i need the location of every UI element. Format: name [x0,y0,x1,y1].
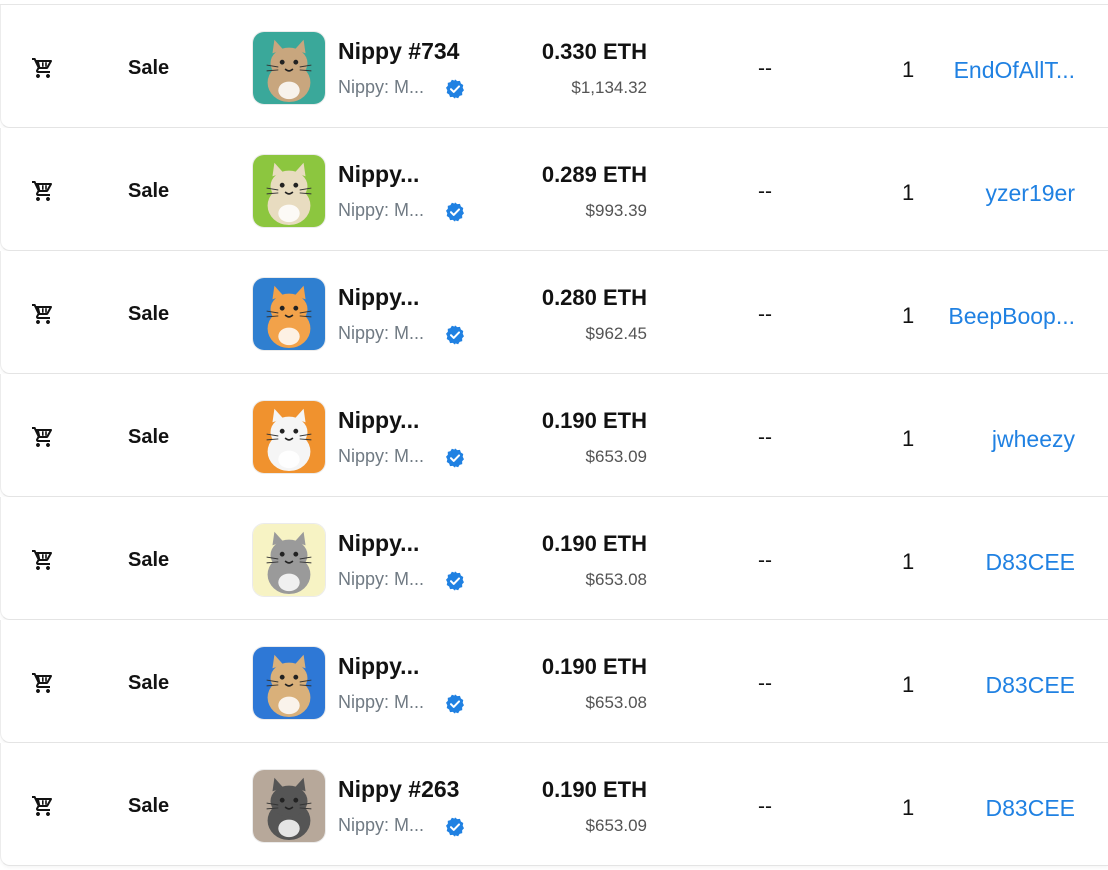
verified-badge-icon [444,201,466,223]
from-address: -- [758,180,772,203]
verified-badge-icon [444,447,466,469]
from-address: -- [758,795,772,818]
item-name-link[interactable]: Nippy... [338,161,478,188]
activity-row[interactable]: Sale Nippy... Nippy: M... 0.190 ETH $653… [0,374,1108,497]
to-address-link[interactable]: jwheezy [925,426,1075,453]
event-type: Sale [128,795,170,817]
item-name-link[interactable]: Nippy... [338,407,478,434]
collection-name-link[interactable]: Nippy: M... [338,200,434,221]
event-type: Sale [128,426,170,448]
item-name-link[interactable]: Nippy #734 [338,38,478,65]
price-eth: 0.190 ETH [541,408,647,433]
price-usd: $653.08 [585,693,647,712]
nft-thumbnail[interactable] [252,769,326,843]
collection-name-link[interactable]: Nippy: M... [338,323,434,344]
collection-name-link[interactable]: Nippy: M... [338,446,434,467]
verified-badge-icon [444,816,466,838]
from-address: -- [758,426,772,449]
event-type: Sale [128,303,170,325]
item-name-link[interactable]: Nippy #263 [338,776,478,803]
activity-row[interactable]: Sale Nippy... Nippy: M... 0.190 ETH $653… [0,620,1108,743]
price-eth: 0.330 ETH [541,39,647,64]
activity-table: Sale Nippy #734 Nippy: M... 0.330 ETH $1… [0,0,1108,870]
shopping-cart-icon [31,179,55,203]
to-address-link[interactable]: D83CEE [925,672,1075,699]
verified-badge-icon [444,78,466,100]
nft-thumbnail[interactable] [252,400,326,474]
item-name-link[interactable]: Nippy... [338,530,478,557]
shopping-cart-icon [31,548,55,572]
shopping-cart-icon [31,425,55,449]
to-address-link[interactable]: yzer19er [925,180,1075,207]
verified-badge-icon [444,324,466,346]
shopping-cart-icon [31,671,55,695]
from-address: -- [758,549,772,572]
from-address: -- [758,57,772,80]
price-usd: $653.09 [585,447,647,466]
nft-thumbnail[interactable] [252,277,326,351]
collection-name-link[interactable]: Nippy: M... [338,77,434,98]
quantity: 1 [902,303,915,328]
activity-row[interactable]: Sale Nippy #263 Nippy: M... 0.190 ETH $6… [0,743,1108,866]
price-eth: 0.190 ETH [541,531,647,556]
shopping-cart-icon [31,302,55,326]
price-usd: $993.39 [585,201,647,220]
item-name-link[interactable]: Nippy... [338,653,478,680]
collection-name-link[interactable]: Nippy: M... [338,815,434,836]
shopping-cart-icon [31,56,55,80]
from-address: -- [758,303,772,326]
price-eth: 0.190 ETH [541,777,647,802]
nft-thumbnail[interactable] [252,31,326,105]
to-address-link[interactable]: EndOfAllT... [925,57,1075,84]
to-address-link[interactable]: D83CEE [925,549,1075,576]
activity-row[interactable]: Sale Nippy... Nippy: M... 0.190 ETH $653… [0,497,1108,620]
quantity: 1 [902,426,915,451]
quantity: 1 [902,795,915,820]
collection-name-link[interactable]: Nippy: M... [338,569,434,590]
activity-row[interactable]: Sale Nippy... Nippy: M... 0.289 ETH $993… [0,128,1108,251]
price-eth: 0.190 ETH [541,654,647,679]
to-address-link[interactable]: BeepBoop... [925,303,1075,330]
activity-row[interactable]: Sale Nippy... Nippy: M... 0.280 ETH $962… [0,251,1108,374]
nft-thumbnail[interactable] [252,154,326,228]
price-usd: $1,134.32 [571,78,647,97]
quantity: 1 [902,672,915,697]
to-address-link[interactable]: D83CEE [925,795,1075,822]
event-type: Sale [128,180,170,202]
shopping-cart-icon [31,794,55,818]
verified-badge-icon [444,570,466,592]
price-eth: 0.289 ETH [541,162,647,187]
event-type: Sale [128,672,170,694]
activity-row[interactable]: Sale Nippy #734 Nippy: M... 0.330 ETH $1… [0,5,1108,128]
verified-badge-icon [444,693,466,715]
event-type: Sale [128,549,170,571]
collection-name-link[interactable]: Nippy: M... [338,692,434,713]
quantity: 1 [902,549,915,574]
event-type: Sale [128,57,170,79]
price-usd: $962.45 [585,324,647,343]
quantity: 1 [902,180,915,205]
nft-thumbnail[interactable] [252,523,326,597]
from-address: -- [758,672,772,695]
price-eth: 0.280 ETH [541,285,647,310]
item-name-link[interactable]: Nippy... [338,284,478,311]
nft-thumbnail[interactable] [252,646,326,720]
price-usd: $653.09 [585,816,647,835]
price-usd: $653.08 [585,570,647,589]
quantity: 1 [902,57,915,82]
